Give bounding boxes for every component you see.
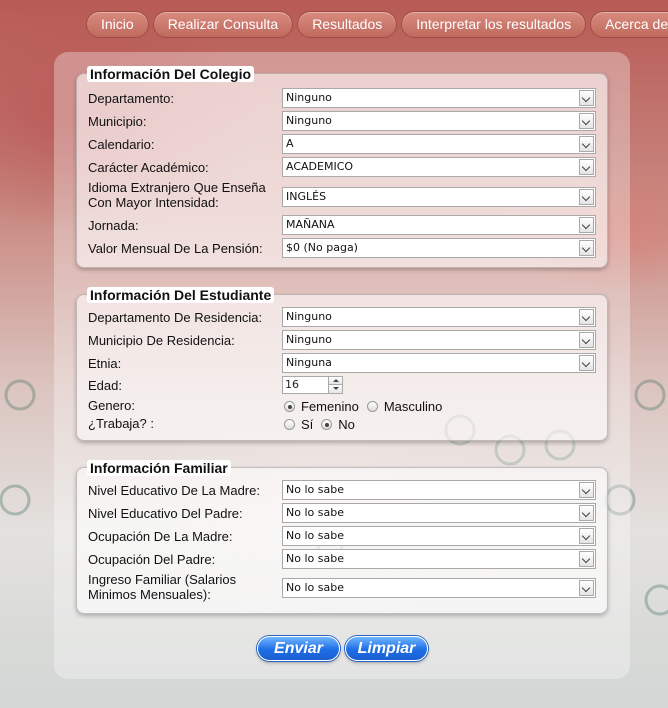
chevron-down-icon xyxy=(579,240,594,256)
genero-masculino-radio[interactable] xyxy=(366,401,378,412)
nav-resultados[interactable]: Resultados xyxy=(297,11,398,38)
spinner-down-icon[interactable] xyxy=(328,385,342,393)
etnia-select[interactable]: Ninguna xyxy=(282,353,596,373)
select-value: Ninguno xyxy=(286,91,332,104)
select-value: $0 (No paga) xyxy=(286,241,358,254)
calendario-select[interactable]: A xyxy=(282,134,596,154)
select-value: ACADEMICO xyxy=(286,160,354,173)
chevron-down-icon xyxy=(579,355,594,371)
field-label: Genero: xyxy=(88,398,135,413)
caracter-academico-select[interactable]: ACADEMICO xyxy=(282,157,596,177)
chevron-down-icon xyxy=(579,528,594,544)
nav-acerca-de[interactable]: Acerca de xyxy=(590,11,668,38)
radio-label: Femenino xyxy=(301,399,359,414)
field-label: Municipio: xyxy=(88,114,147,129)
chevron-down-icon xyxy=(579,309,594,325)
field-label: Ingreso Familiar (Salarios Minimos Mensu… xyxy=(88,572,237,602)
ocupacion-padre-select[interactable]: No lo sabe xyxy=(282,549,596,569)
field-label: Etnia: xyxy=(88,356,122,371)
section-title: Información Del Estudiante xyxy=(87,287,275,303)
chevron-down-icon xyxy=(579,90,594,106)
section-estudiante: Información Del Estudiante Departamento … xyxy=(76,287,608,441)
select-value: INGLÉS xyxy=(286,190,327,203)
field-label: Valor Mensual De La Pensión: xyxy=(88,241,263,256)
field-label: Carácter Académico: xyxy=(88,160,209,175)
field-label: Nivel Educativo Del Padre: xyxy=(88,506,243,521)
select-value: No lo sabe xyxy=(286,483,344,496)
chevron-down-icon xyxy=(579,113,594,129)
section-familiar: Información Familiar Nivel Educativo De … xyxy=(76,460,608,614)
trabaja-radio-group: Sí No xyxy=(284,417,363,432)
chevron-down-icon xyxy=(579,332,594,348)
field-label: ¿Trabaja? : xyxy=(88,416,154,431)
field-label: Departamento De Residencia: xyxy=(88,310,263,325)
municipio-residencia-select[interactable]: Ninguno xyxy=(282,330,596,350)
select-value: No lo sabe xyxy=(286,581,344,594)
field-label: Jornada: xyxy=(88,218,139,233)
radio-label: Sí xyxy=(301,417,314,432)
pension-select[interactable]: $0 (No paga) xyxy=(282,238,596,258)
trabaja-si-radio[interactable] xyxy=(284,419,295,430)
radio-label: No xyxy=(338,417,355,432)
edad-spinner[interactable]: 16 xyxy=(282,376,343,394)
select-value: MAÑANA xyxy=(286,218,335,231)
spinner-up-icon[interactable] xyxy=(328,377,342,385)
select-value: Ninguna xyxy=(286,356,332,369)
field-label: Nivel Educativo De La Madre: xyxy=(88,483,260,498)
departamento-residencia-select[interactable]: Ninguno xyxy=(282,307,596,327)
field-label: Calendario: xyxy=(88,137,155,152)
field-label: Ocupación Del Padre: xyxy=(88,552,216,567)
jornada-select[interactable]: MAÑANA xyxy=(282,215,596,235)
municipio-select[interactable]: Ninguno xyxy=(282,111,596,131)
chevron-down-icon xyxy=(579,159,594,175)
chevron-down-icon xyxy=(579,189,594,205)
select-value: No lo sabe xyxy=(286,552,344,565)
genero-radio-group: Femenino Masculino xyxy=(284,399,450,414)
select-value: Ninguno xyxy=(286,310,332,323)
top-nav: Inicio Realizar Consulta Resultados Inte… xyxy=(86,11,668,38)
field-label: Edad: xyxy=(88,378,122,393)
select-value: Ninguno xyxy=(286,333,332,346)
ocupacion-madre-select[interactable]: No lo sabe xyxy=(282,526,596,546)
chevron-down-icon xyxy=(579,136,594,152)
nivel-educativo-madre-select[interactable]: No lo sabe xyxy=(282,480,596,500)
section-colegio: Información Del Colegio Departamento: Ni… xyxy=(76,66,608,268)
field-label: Municipio De Residencia: xyxy=(88,333,235,348)
spinner-value: 16 xyxy=(285,378,299,391)
nav-interpretar-resultados[interactable]: Interpretar los resultados xyxy=(401,11,587,38)
field-label: Idioma Extranjero Que Enseña Con Mayor I… xyxy=(88,180,266,210)
genero-femenino-radio[interactable] xyxy=(284,401,295,412)
enviar-button[interactable]: Enviar xyxy=(257,636,340,661)
departamento-select[interactable]: Ninguno xyxy=(282,88,596,108)
select-value: Ninguno xyxy=(286,114,332,127)
field-label: Ocupación De La Madre: xyxy=(88,529,233,544)
trabaja-no-radio[interactable] xyxy=(321,419,333,430)
nav-realizar-consulta[interactable]: Realizar Consulta xyxy=(152,11,294,38)
section-title: Información Familiar xyxy=(87,460,231,476)
ingreso-familiar-select[interactable]: No lo sabe xyxy=(282,578,596,598)
select-value: No lo sabe xyxy=(286,506,344,519)
field-label: Departamento: xyxy=(88,91,174,106)
chevron-down-icon xyxy=(579,551,594,567)
nivel-educativo-padre-select[interactable]: No lo sabe xyxy=(282,503,596,523)
radio-label: Masculino xyxy=(383,399,443,414)
chevron-down-icon xyxy=(579,580,594,596)
limpiar-button[interactable]: Limpiar xyxy=(345,636,428,661)
nav-inicio[interactable]: Inicio xyxy=(86,11,149,38)
form-panel: Información Del Colegio Departamento: Ni… xyxy=(54,52,630,679)
chevron-down-icon xyxy=(579,482,594,498)
chevron-down-icon xyxy=(579,505,594,521)
chevron-down-icon xyxy=(579,217,594,233)
select-value: No lo sabe xyxy=(286,529,344,542)
idioma-select[interactable]: INGLÉS xyxy=(282,187,596,207)
select-value: A xyxy=(286,137,294,150)
section-title: Información Del Colegio xyxy=(87,66,255,82)
